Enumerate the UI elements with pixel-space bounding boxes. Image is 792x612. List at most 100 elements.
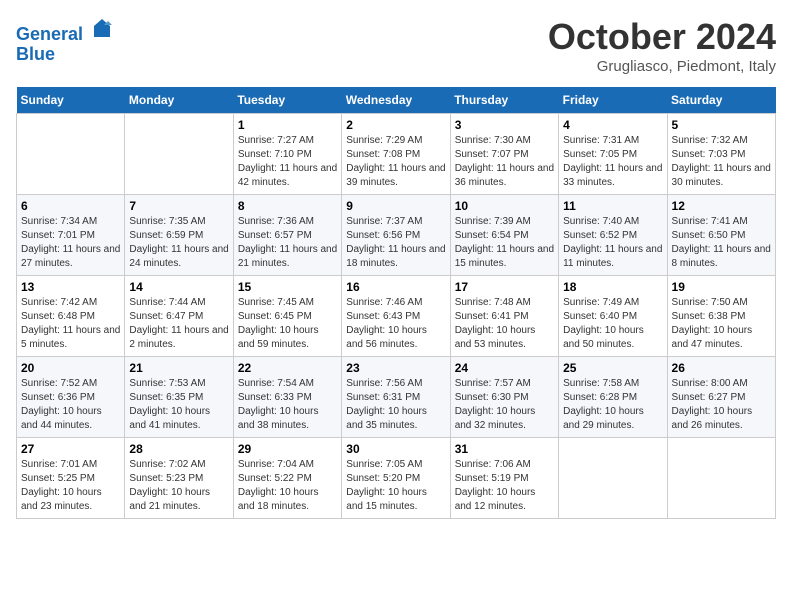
day-info: Sunrise: 7:39 AM Sunset: 6:54 PM Dayligh… — [455, 215, 554, 271]
day-info: Sunrise: 7:34 AM Sunset: 7:01 PM Dayligh… — [21, 215, 120, 271]
day-number: 21 — [129, 361, 228, 375]
calendar-day-cell: 26 Sunrise: 8:00 AM Sunset: 6:27 PM Dayli… — [667, 357, 775, 438]
weekday-header-thursday: Thursday — [450, 87, 558, 114]
calendar-day-cell: 28 Sunrise: 7:02 AM Sunset: 5:23 PM Dayli… — [125, 438, 233, 519]
calendar-day-cell: 5 Sunrise: 7:32 AM Sunset: 7:03 PM Daylig… — [667, 114, 775, 195]
calendar-day-cell: 21 Sunrise: 7:53 AM Sunset: 6:35 PM Dayli… — [125, 357, 233, 438]
calendar-day-cell: 10 Sunrise: 7:39 AM Sunset: 6:54 PM Dayli… — [450, 195, 558, 276]
day-number: 24 — [455, 361, 554, 375]
day-info: Sunrise: 7:01 AM Sunset: 5:25 PM Dayligh… — [21, 458, 120, 514]
calendar-day-cell: 14 Sunrise: 7:44 AM Sunset: 6:47 PM Dayli… — [125, 276, 233, 357]
calendar-day-cell: 22 Sunrise: 7:54 AM Sunset: 6:33 PM Dayli… — [233, 357, 341, 438]
day-info: Sunrise: 7:48 AM Sunset: 6:41 PM Dayligh… — [455, 296, 554, 352]
day-info: Sunrise: 7:46 AM Sunset: 6:43 PM Dayligh… — [346, 296, 445, 352]
day-number: 14 — [129, 280, 228, 294]
weekday-header-row: SundayMondayTuesdayWednesdayThursdayFrid… — [17, 87, 776, 114]
day-info: Sunrise: 7:31 AM Sunset: 7:05 PM Dayligh… — [563, 134, 662, 190]
calendar-week-row: 13 Sunrise: 7:42 AM Sunset: 6:48 PM Dayli… — [17, 276, 776, 357]
calendar-day-cell: 24 Sunrise: 7:57 AM Sunset: 6:30 PM Dayli… — [450, 357, 558, 438]
calendar-day-cell: 30 Sunrise: 7:05 AM Sunset: 5:20 PM Dayli… — [342, 438, 450, 519]
calendar-day-cell: 16 Sunrise: 7:46 AM Sunset: 6:43 PM Dayli… — [342, 276, 450, 357]
calendar-day-cell: 31Sunrise: 7:06 AM Sunset: 5:19 PM Dayli… — [450, 438, 558, 519]
day-info: Sunrise: 7:49 AM Sunset: 6:40 PM Dayligh… — [563, 296, 662, 352]
weekday-header-monday: Monday — [125, 87, 233, 114]
day-number: 7 — [129, 199, 228, 213]
day-number: 16 — [346, 280, 445, 294]
day-number: 27 — [21, 442, 120, 456]
day-info: Sunrise: 7:57 AM Sunset: 6:30 PM Dayligh… — [455, 377, 554, 433]
day-info: Sunrise: 7:50 AM Sunset: 6:38 PM Dayligh… — [672, 296, 771, 352]
day-number: 17 — [455, 280, 554, 294]
calendar-table: SundayMondayTuesdayWednesdayThursdayFrid… — [16, 87, 776, 519]
day-number: 28 — [129, 442, 228, 456]
page-header: General Blue October 2024 Grugliasco, Pi… — [16, 16, 776, 75]
day-number: 9 — [346, 199, 445, 213]
calendar-day-cell — [17, 114, 125, 195]
day-info: Sunrise: 7:35 AM Sunset: 6:59 PM Dayligh… — [129, 215, 228, 271]
calendar-day-cell: 27 Sunrise: 7:01 AM Sunset: 5:25 PM Dayli… — [17, 438, 125, 519]
calendar-day-cell: 18 Sunrise: 7:49 AM Sunset: 6:40 PM Dayli… — [559, 276, 667, 357]
day-info: Sunrise: 7:56 AM Sunset: 6:31 PM Dayligh… — [346, 377, 445, 433]
day-number: 22 — [238, 361, 337, 375]
calendar-day-cell — [559, 438, 667, 519]
calendar-week-row: 20Sunrise: 7:52 AM Sunset: 6:36 PM Dayli… — [17, 357, 776, 438]
day-info: Sunrise: 7:36 AM Sunset: 6:57 PM Dayligh… — [238, 215, 337, 271]
day-number: 10 — [455, 199, 554, 213]
day-info: Sunrise: 7:40 AM Sunset: 6:52 PM Dayligh… — [563, 215, 662, 271]
day-number: 18 — [563, 280, 662, 294]
weekday-header-friday: Friday — [559, 87, 667, 114]
calendar-day-cell: 20Sunrise: 7:52 AM Sunset: 6:36 PM Dayli… — [17, 357, 125, 438]
day-info: Sunrise: 7:44 AM Sunset: 6:47 PM Dayligh… — [129, 296, 228, 352]
day-info: Sunrise: 7:27 AM Sunset: 7:10 PM Dayligh… — [238, 134, 337, 190]
day-number: 5 — [672, 118, 771, 132]
weekday-header-wednesday: Wednesday — [342, 87, 450, 114]
calendar-day-cell: 8 Sunrise: 7:36 AM Sunset: 6:57 PM Daylig… — [233, 195, 341, 276]
logo-blue: Blue — [16, 45, 114, 65]
calendar-day-cell: 12 Sunrise: 7:41 AM Sunset: 6:50 PM Dayli… — [667, 195, 775, 276]
day-info: Sunrise: 8:00 AM Sunset: 6:27 PM Dayligh… — [672, 377, 771, 433]
calendar-day-cell: 19 Sunrise: 7:50 AM Sunset: 6:38 PM Dayli… — [667, 276, 775, 357]
calendar-day-cell: 9 Sunrise: 7:37 AM Sunset: 6:56 PM Daylig… — [342, 195, 450, 276]
calendar-week-row: 1Sunrise: 7:27 AM Sunset: 7:10 PM Daylig… — [17, 114, 776, 195]
weekday-header-tuesday: Tuesday — [233, 87, 341, 114]
calendar-day-cell: 17 Sunrise: 7:48 AM Sunset: 6:41 PM Dayli… — [450, 276, 558, 357]
day-number: 3 — [455, 118, 554, 132]
day-number: 30 — [346, 442, 445, 456]
calendar-week-row: 6 Sunrise: 7:34 AM Sunset: 7:01 PM Daylig… — [17, 195, 776, 276]
calendar-day-cell: 15Sunrise: 7:45 AM Sunset: 6:45 PM Dayli… — [233, 276, 341, 357]
calendar-day-cell — [125, 114, 233, 195]
weekday-header-saturday: Saturday — [667, 87, 775, 114]
day-info: Sunrise: 7:37 AM Sunset: 6:56 PM Dayligh… — [346, 215, 445, 271]
calendar-week-row: 27 Sunrise: 7:01 AM Sunset: 5:25 PM Dayli… — [17, 438, 776, 519]
calendar-day-cell: 4Sunrise: 7:31 AM Sunset: 7:05 PM Daylig… — [559, 114, 667, 195]
day-number: 2 — [346, 118, 445, 132]
day-number: 29 — [238, 442, 337, 456]
day-number: 8 — [238, 199, 337, 213]
month-title: October 2024 — [548, 16, 776, 58]
logo-icon — [90, 16, 114, 40]
title-section: October 2024 Grugliasco, Piedmont, Italy — [548, 16, 776, 75]
day-number: 19 — [672, 280, 771, 294]
day-info: Sunrise: 7:02 AM Sunset: 5:23 PM Dayligh… — [129, 458, 228, 514]
calendar-day-cell — [667, 438, 775, 519]
day-number: 31 — [455, 442, 554, 456]
calendar-day-cell: 13 Sunrise: 7:42 AM Sunset: 6:48 PM Dayli… — [17, 276, 125, 357]
day-info: Sunrise: 7:30 AM Sunset: 7:07 PM Dayligh… — [455, 134, 554, 190]
calendar-day-cell: 2 Sunrise: 7:29 AM Sunset: 7:08 PM Daylig… — [342, 114, 450, 195]
calendar-day-cell: 6 Sunrise: 7:34 AM Sunset: 7:01 PM Daylig… — [17, 195, 125, 276]
day-number: 6 — [21, 199, 120, 213]
calendar-day-cell: 7 Sunrise: 7:35 AM Sunset: 6:59 PM Daylig… — [125, 195, 233, 276]
day-info: Sunrise: 7:05 AM Sunset: 5:20 PM Dayligh… — [346, 458, 445, 514]
calendar-day-cell: 1Sunrise: 7:27 AM Sunset: 7:10 PM Daylig… — [233, 114, 341, 195]
day-info: Sunrise: 7:29 AM Sunset: 7:08 PM Dayligh… — [346, 134, 445, 190]
day-number: 11 — [563, 199, 662, 213]
day-info: Sunrise: 7:42 AM Sunset: 6:48 PM Dayligh… — [21, 296, 120, 352]
calendar-day-cell: 11 Sunrise: 7:40 AM Sunset: 6:52 PM Dayli… — [559, 195, 667, 276]
day-info: Sunrise: 7:53 AM Sunset: 6:35 PM Dayligh… — [129, 377, 228, 433]
day-number: 13 — [21, 280, 120, 294]
day-number: 12 — [672, 199, 771, 213]
day-number: 26 — [672, 361, 771, 375]
day-info: Sunrise: 7:54 AM Sunset: 6:33 PM Dayligh… — [238, 377, 337, 433]
day-info: Sunrise: 7:32 AM Sunset: 7:03 PM Dayligh… — [672, 134, 771, 190]
day-info: Sunrise: 7:41 AM Sunset: 6:50 PM Dayligh… — [672, 215, 771, 271]
